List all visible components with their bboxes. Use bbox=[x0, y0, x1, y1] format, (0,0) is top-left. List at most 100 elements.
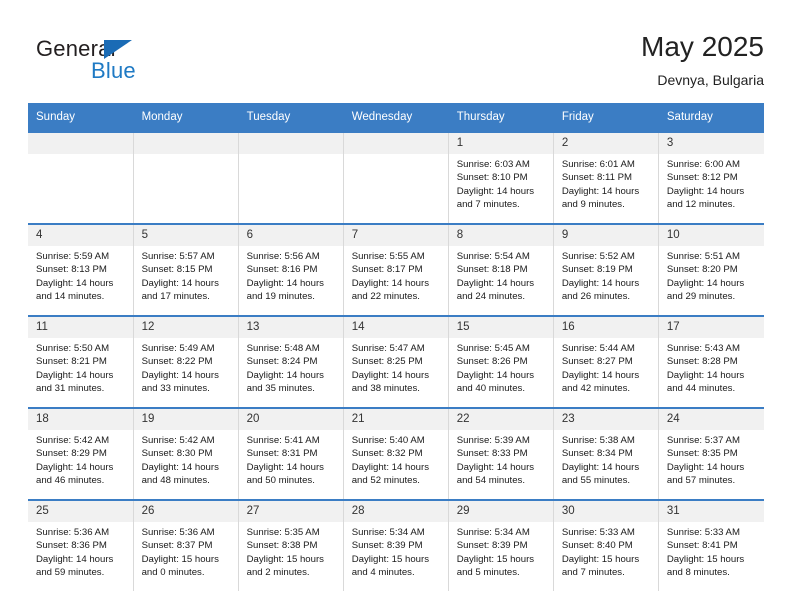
daylight-text-line2: and 40 minutes. bbox=[456, 383, 526, 395]
sunset-text: Sunset: 8:33 PM bbox=[456, 448, 528, 460]
day-number: 11 bbox=[28, 317, 133, 338]
day-cell[interactable]: 13 Sunrise: 5:48 AM Sunset: 8:24 PM Dayl… bbox=[238, 315, 344, 408]
day-cell[interactable]: 20 Sunrise: 5:41 AM Sunset: 8:31 PM Dayl… bbox=[238, 407, 344, 500]
daylight-text-line2: and 57 minutes. bbox=[666, 475, 736, 487]
day-number: 21 bbox=[343, 409, 448, 430]
daylight-text-line2: and 7 minutes. bbox=[561, 567, 625, 579]
day-cell[interactable]: 17 Sunrise: 5:43 AM Sunset: 8:28 PM Dayl… bbox=[658, 315, 764, 408]
day-cell[interactable]: 7 Sunrise: 5:55 AM Sunset: 8:17 PM Dayli… bbox=[343, 223, 449, 316]
calendar-page: General Blue May 2025 Devnya, Bulgaria S… bbox=[0, 0, 792, 612]
day-cell[interactable]: 14 Sunrise: 5:47 AM Sunset: 8:25 PM Dayl… bbox=[343, 315, 449, 408]
sunset-text: Sunset: 8:21 PM bbox=[36, 356, 107, 368]
day-cell[interactable]: 6 Sunrise: 5:56 AM Sunset: 8:16 PM Dayli… bbox=[238, 223, 344, 316]
day-details: Sunrise: 6:01 AM Sunset: 8:11 PM Dayligh… bbox=[554, 154, 658, 212]
day-cell[interactable]: 15 Sunrise: 5:45 AM Sunset: 8:26 PM Dayl… bbox=[448, 315, 554, 408]
daylight-text-line2: and 33 minutes. bbox=[141, 383, 210, 395]
day-number: 23 bbox=[553, 409, 658, 430]
sunrise-text: Sunrise: 5:37 AM bbox=[666, 435, 740, 446]
day-cell[interactable]: 9 Sunrise: 5:52 AM Sunset: 8:19 PM Dayli… bbox=[553, 223, 659, 316]
general-blue-logo[interactable]: General Blue bbox=[36, 36, 236, 88]
day-cell[interactable]: 23 Sunrise: 5:38 AM Sunset: 8:34 PM Dayl… bbox=[553, 407, 659, 500]
daylight-text-line2: and 7 minutes. bbox=[456, 199, 520, 211]
day-cell[interactable]: 3 Sunrise: 6:00 AM Sunset: 8:12 PM Dayli… bbox=[658, 131, 764, 224]
daylight-text-line1: Daylight: 14 hours bbox=[246, 461, 324, 473]
sunrise-text: Sunrise: 5:44 AM bbox=[561, 343, 635, 354]
sunrise-text: Sunrise: 5:47 AM bbox=[351, 343, 425, 354]
sunrise-text: Sunrise: 5:33 AM bbox=[666, 527, 740, 538]
day-details bbox=[28, 154, 133, 158]
day-cell[interactable]: 25 Sunrise: 5:36 AM Sunset: 8:36 PM Dayl… bbox=[28, 499, 134, 591]
day-details: Sunrise: 5:33 AM Sunset: 8:41 PM Dayligh… bbox=[659, 522, 764, 580]
sunset-text: Sunset: 8:22 PM bbox=[141, 356, 213, 368]
day-cell[interactable]: 8 Sunrise: 5:54 AM Sunset: 8:18 PM Dayli… bbox=[448, 223, 554, 316]
day-cell[interactable]: 18 Sunrise: 5:42 AM Sunset: 8:29 PM Dayl… bbox=[28, 407, 134, 500]
day-cell[interactable]: 2 Sunrise: 6:01 AM Sunset: 8:11 PM Dayli… bbox=[553, 131, 659, 224]
day-cell[interactable]: 31 Sunrise: 5:33 AM Sunset: 8:41 PM Dayl… bbox=[658, 499, 764, 591]
daylight-text-line2: and 46 minutes. bbox=[36, 475, 105, 487]
day-details: Sunrise: 5:34 AM Sunset: 8:39 PM Dayligh… bbox=[344, 522, 448, 580]
daylight-text-line1: Daylight: 14 hours bbox=[36, 553, 114, 565]
daylight-text-line2: and 50 minutes. bbox=[246, 475, 315, 487]
location-subtitle: Devnya, Bulgaria bbox=[657, 72, 764, 88]
daylight-text-line2: and 52 minutes. bbox=[351, 475, 420, 487]
daylight-text-line2: and 2 minutes. bbox=[246, 567, 310, 579]
sunset-text: Sunset: 8:28 PM bbox=[666, 356, 738, 368]
day-cell[interactable]: 10 Sunrise: 5:51 AM Sunset: 8:20 PM Dayl… bbox=[658, 223, 764, 316]
sunrise-text: Sunrise: 5:42 AM bbox=[141, 435, 215, 446]
day-cell[interactable]: 4 Sunrise: 5:59 AM Sunset: 8:13 PM Dayli… bbox=[28, 223, 134, 316]
day-number: 20 bbox=[238, 409, 343, 430]
page-header: General Blue May 2025 Devnya, Bulgaria bbox=[0, 0, 792, 100]
sunset-text: Sunset: 8:31 PM bbox=[246, 448, 318, 460]
sunset-text: Sunset: 8:15 PM bbox=[141, 264, 213, 276]
sunset-text: Sunset: 8:35 PM bbox=[666, 448, 738, 460]
daylight-text-line2: and 48 minutes. bbox=[141, 475, 210, 487]
day-cell[interactable]: 24 Sunrise: 5:37 AM Sunset: 8:35 PM Dayl… bbox=[658, 407, 764, 500]
daylight-text-line2: and 59 minutes. bbox=[36, 567, 105, 579]
daylight-text-line1: Daylight: 14 hours bbox=[666, 369, 745, 381]
daylight-text-line2: and 12 minutes. bbox=[666, 199, 736, 211]
day-cell[interactable]: 21 Sunrise: 5:40 AM Sunset: 8:32 PM Dayl… bbox=[343, 407, 449, 500]
day-cell[interactable]: 16 Sunrise: 5:44 AM Sunset: 8:27 PM Dayl… bbox=[553, 315, 659, 408]
day-cell[interactable]: 1 Sunrise: 6:03 AM Sunset: 8:10 PM Dayli… bbox=[448, 131, 554, 224]
day-details: Sunrise: 5:59 AM Sunset: 8:13 PM Dayligh… bbox=[28, 246, 133, 304]
day-details bbox=[344, 154, 448, 158]
sunset-text: Sunset: 8:25 PM bbox=[351, 356, 423, 368]
daylight-text-line2: and 24 minutes. bbox=[456, 291, 526, 303]
day-details: Sunrise: 5:48 AM Sunset: 8:24 PM Dayligh… bbox=[239, 338, 343, 396]
day-details: Sunrise: 6:03 AM Sunset: 8:10 PM Dayligh… bbox=[449, 154, 553, 212]
day-cell[interactable]: 28 Sunrise: 5:34 AM Sunset: 8:39 PM Dayl… bbox=[343, 499, 449, 591]
day-number: 9 bbox=[553, 225, 658, 246]
daylight-text-line1: Daylight: 14 hours bbox=[456, 369, 535, 381]
day-cell[interactable]: 11 Sunrise: 5:50 AM Sunset: 8:21 PM Dayl… bbox=[28, 315, 134, 408]
day-cell[interactable]: 29 Sunrise: 5:34 AM Sunset: 8:39 PM Dayl… bbox=[448, 499, 554, 591]
sunrise-text: Sunrise: 5:57 AM bbox=[141, 251, 215, 262]
day-cell[interactable]: 19 Sunrise: 5:42 AM Sunset: 8:30 PM Dayl… bbox=[133, 407, 239, 500]
sunset-text: Sunset: 8:39 PM bbox=[456, 540, 528, 552]
daylight-text-line1: Daylight: 14 hours bbox=[561, 369, 640, 381]
daylight-text-line1: Daylight: 14 hours bbox=[456, 277, 535, 289]
day-cell[interactable]: 27 Sunrise: 5:35 AM Sunset: 8:38 PM Dayl… bbox=[238, 499, 344, 591]
day-details: Sunrise: 5:50 AM Sunset: 8:21 PM Dayligh… bbox=[28, 338, 133, 396]
week-row: 1 Sunrise: 6:03 AM Sunset: 8:10 PM Dayli… bbox=[28, 131, 764, 224]
day-cell[interactable]: 22 Sunrise: 5:39 AM Sunset: 8:33 PM Dayl… bbox=[448, 407, 554, 500]
day-cell bbox=[28, 131, 134, 224]
day-number: 19 bbox=[133, 409, 238, 430]
day-details: Sunrise: 5:42 AM Sunset: 8:29 PM Dayligh… bbox=[28, 430, 133, 488]
day-cell[interactable]: 26 Sunrise: 5:36 AM Sunset: 8:37 PM Dayl… bbox=[133, 499, 239, 591]
daylight-text-line1: Daylight: 14 hours bbox=[141, 461, 219, 473]
sunrise-text: Sunrise: 5:59 AM bbox=[36, 251, 110, 262]
weekday-header-saturday: Saturday bbox=[658, 103, 765, 132]
sunrise-text: Sunrise: 6:00 AM bbox=[666, 159, 740, 170]
day-details bbox=[134, 154, 238, 158]
sunrise-text: Sunrise: 5:56 AM bbox=[246, 251, 320, 262]
day-cell[interactable]: 12 Sunrise: 5:49 AM Sunset: 8:22 PM Dayl… bbox=[133, 315, 239, 408]
daylight-text-line1: Daylight: 15 hours bbox=[246, 553, 324, 565]
day-details: Sunrise: 5:35 AM Sunset: 8:38 PM Dayligh… bbox=[239, 522, 343, 580]
sunrise-text: Sunrise: 5:36 AM bbox=[141, 527, 215, 538]
weekday-header-thursday: Thursday bbox=[448, 103, 554, 132]
day-cell[interactable]: 5 Sunrise: 5:57 AM Sunset: 8:15 PM Dayli… bbox=[133, 223, 239, 316]
sunset-text: Sunset: 8:11 PM bbox=[561, 172, 633, 184]
sunset-text: Sunset: 8:26 PM bbox=[456, 356, 528, 368]
sunrise-text: Sunrise: 5:52 AM bbox=[561, 251, 635, 262]
day-cell[interactable]: 30 Sunrise: 5:33 AM Sunset: 8:40 PM Dayl… bbox=[553, 499, 659, 591]
